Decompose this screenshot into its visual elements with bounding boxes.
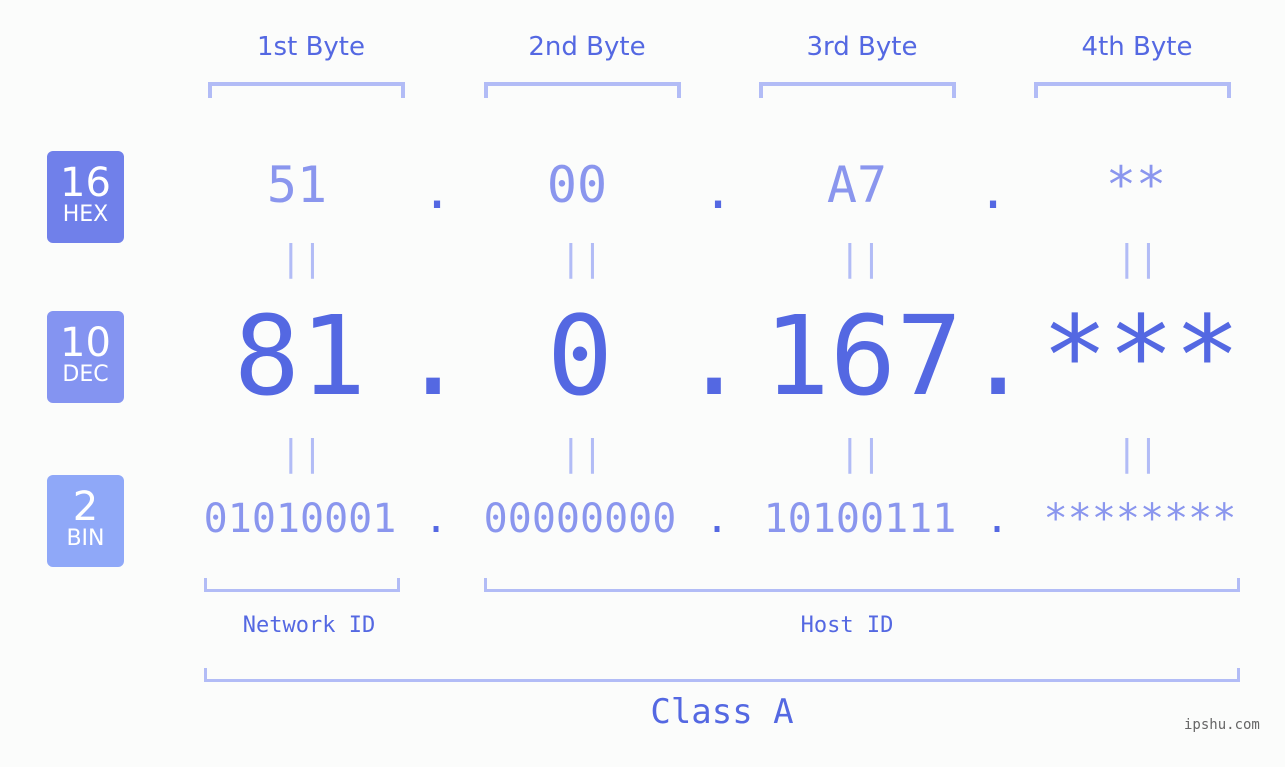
hex-base: 16 [60, 160, 111, 206]
dec-dot-1: . [400, 292, 467, 420]
host-id-bracket [484, 578, 1240, 592]
bin-dot-2: . [705, 496, 730, 542]
class-label: Class A [650, 692, 794, 732]
bin-byte-1: 01010001 [203, 496, 397, 542]
bin-byte-2: 00000000 [483, 496, 677, 542]
bracket-byte-4 [1034, 82, 1231, 98]
hex-dot-3: . [978, 162, 1009, 220]
header-byte-3: 3rd Byte [806, 32, 918, 62]
hex-dot-1: . [422, 162, 453, 220]
hex-dot-2: . [703, 162, 734, 220]
hex-byte-1: 51 [266, 156, 328, 214]
watermark: ipshu.com [1184, 717, 1260, 733]
bracket-byte-3 [759, 82, 956, 98]
bin-byte-3: 10100111 [763, 496, 957, 542]
header-byte-1: 1st Byte [257, 32, 365, 62]
class-bracket [204, 668, 1240, 682]
equals-2-1: || [280, 433, 324, 474]
hex-label: HEX [62, 202, 109, 227]
equals-2-4: || [1116, 433, 1160, 474]
dec-byte-3: 167 [763, 292, 963, 420]
equals-2-2: || [560, 433, 604, 474]
dec-byte-1: 81 [233, 292, 367, 420]
header-byte-2: 2nd Byte [528, 32, 646, 62]
host-id-label: Host ID [800, 613, 894, 638]
dec-byte-2: 0 [546, 292, 614, 420]
dec-byte-4: *** [1041, 292, 1241, 420]
dec-base: 10 [60, 320, 111, 366]
bin-label: BIN [66, 526, 105, 551]
dec-dot-2: . [681, 292, 748, 420]
dec-badge: 10 DEC [47, 311, 124, 403]
bin-dot-3: . [985, 496, 1010, 542]
equals-2-3: || [839, 433, 883, 474]
network-id-label: Network ID [242, 613, 376, 638]
dec-label: DEC [62, 362, 109, 387]
hex-badge: 16 HEX [47, 151, 124, 243]
hex-byte-4: ** [1105, 156, 1167, 214]
bracket-byte-1 [208, 82, 405, 98]
dec-dot-3: . [965, 292, 1032, 420]
bin-byte-4: ******** [1043, 496, 1237, 542]
equals-1-4: || [1116, 238, 1160, 279]
bin-dot-1: . [424, 496, 449, 542]
network-id-bracket [204, 578, 400, 592]
equals-1-3: || [839, 238, 883, 279]
header-byte-4: 4th Byte [1081, 32, 1193, 62]
hex-byte-3: A7 [826, 156, 888, 214]
bin-base: 2 [72, 484, 99, 530]
bracket-byte-2 [484, 82, 681, 98]
hex-byte-2: 00 [546, 156, 608, 214]
bin-badge: 2 BIN [47, 475, 124, 567]
equals-1-2: || [560, 238, 604, 279]
equals-1-1: || [280, 238, 324, 279]
